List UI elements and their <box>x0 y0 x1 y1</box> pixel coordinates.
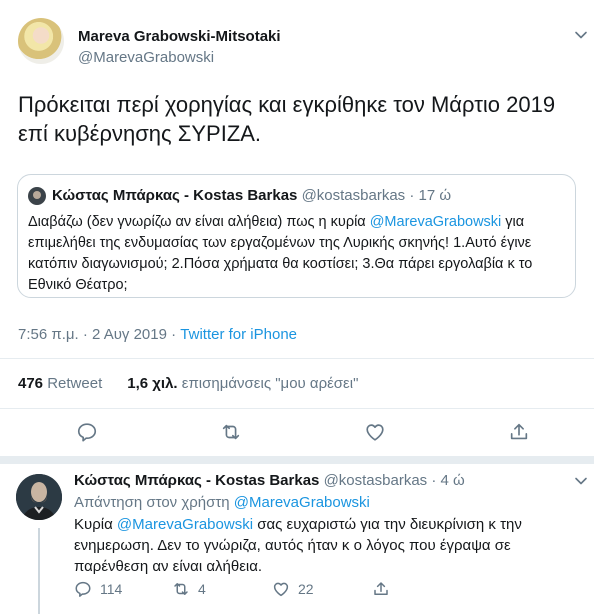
quoted-author-avatar <box>28 187 46 205</box>
reply-author-name[interactable]: Κώστας Μπάρκας - Kostas Barkas <box>74 472 319 489</box>
retweet-icon <box>174 583 188 595</box>
chevron-down-icon[interactable] <box>574 474 588 488</box>
like-count: 22 <box>298 581 314 597</box>
retweet-icon[interactable] <box>220 421 242 443</box>
likes-stat[interactable]: 1,6 χιλ. επισημάνσεις "μου αρέσει" <box>127 375 358 392</box>
thread-line <box>38 528 40 614</box>
reply-icon <box>75 581 91 597</box>
tweet-timestamp-line: 7:56 π.μ. · 2 Αυγ 2019 · Twitter for iPh… <box>18 326 297 343</box>
divider <box>0 358 594 359</box>
quoted-author-name: Κώστας Μπάρκας - Kostas Barkas <box>52 187 298 204</box>
heart-icon <box>273 582 289 597</box>
reply-text-part: Κυρία <box>74 516 117 533</box>
divider <box>0 408 594 409</box>
replying-to: Απάντηση στον χρήστη @MarevaGrabowski <box>74 494 370 511</box>
reply-reply-action[interactable]: 114 <box>74 580 122 598</box>
tweet-source-link[interactable]: Twitter for iPhone <box>180 326 297 343</box>
quoted-mention-link[interactable]: @MarevaGrabowski <box>370 214 502 230</box>
author-name[interactable]: Mareva Grabowski-Mitsotaki <box>78 28 281 45</box>
retweet-count: 4 <box>198 581 206 597</box>
reply-text: Κυρία @MarevaGrabowski σας ευχαριστώ για… <box>74 514 574 577</box>
quoted-author-handle: @kostasbarkas <box>301 187 406 204</box>
quoted-tweet-header: Κώστας Μπάρκας - Kostas Barkas @kostasba… <box>52 187 451 204</box>
reply-like-action[interactable]: 22 <box>272 580 314 598</box>
author-avatar[interactable] <box>18 18 64 64</box>
person-photo-icon <box>16 474 62 520</box>
share-icon <box>374 582 388 595</box>
reply-header: Κώστας Μπάρκας - Kostas Barkas @kostasba… <box>74 472 465 489</box>
quoted-text-part: Διαβάζω (δεν γνωρίζω αν είναι αλήθεια) π… <box>28 214 370 230</box>
tweet-stats: 476 Retweet 1,6 χιλ. επισημάνσεις "μου α… <box>18 375 358 392</box>
replying-to-handle[interactable]: @MarevaGrabowski <box>234 494 370 511</box>
retweets-stat[interactable]: 476 Retweet <box>18 375 102 392</box>
reply-icon[interactable] <box>76 421 98 443</box>
share-icon[interactable] <box>508 421 530 443</box>
reply-count: 114 <box>100 581 123 597</box>
quoted-tweet-time: · 17 ώ <box>409 187 452 204</box>
reply-author-avatar[interactable] <box>16 474 62 520</box>
reply-retweet-action[interactable]: 4 <box>172 580 206 598</box>
reply-share-action[interactable] <box>372 580 398 598</box>
tweet-text: Πρόκειται περί χορηγίας και εγκρίθηκε το… <box>18 92 556 146</box>
reply-mention-link[interactable]: @MarevaGrabowski <box>117 516 253 533</box>
heart-icon[interactable] <box>364 421 386 443</box>
author-handle[interactable]: @MarevaGrabowski <box>78 49 214 66</box>
reply-author-handle[interactable]: @kostasbarkas <box>324 472 428 489</box>
reply-time[interactable]: · 4 ώ <box>431 472 464 489</box>
replying-to-label: Απάντηση στον χρήστη <box>74 494 234 511</box>
tweet-timestamp[interactable]: 7:56 π.μ. · 2 Αυγ 2019 · <box>18 326 180 343</box>
quoted-tweet-text: Διαβάζω (δεν γνωρίζω αν είναι αλήθεια) π… <box>28 212 563 296</box>
quoted-tweet[interactable]: Κώστας Μπάρκας - Kostas Barkas @kostasba… <box>17 174 576 298</box>
section-divider <box>0 456 594 464</box>
chevron-down-icon[interactable] <box>574 28 588 42</box>
